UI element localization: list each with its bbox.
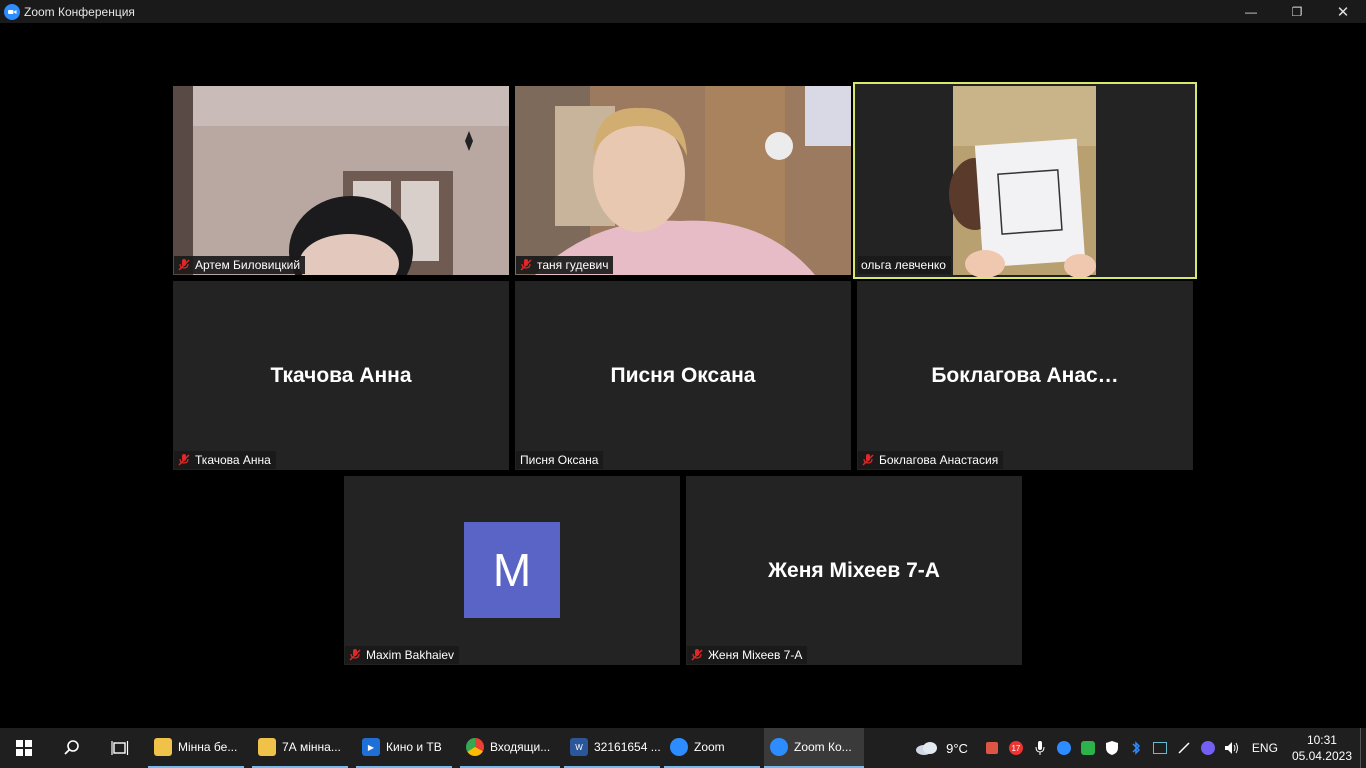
taskbar-app-movies[interactable]: ▶ Кино и ТВ <box>356 728 452 768</box>
window-title: Zoom Конференция <box>24 4 135 19</box>
participant-name: Женя Міхеев 7-А <box>708 648 803 662</box>
word-icon: W <box>570 738 588 756</box>
system-tray: 9°C 17 ENG 10:31 05.04.2023 <box>912 728 1366 768</box>
video-tile-boklagova[interactable]: Боклагова Анас… Боклагова Анастасия <box>857 281 1193 470</box>
search-button[interactable] <box>48 728 96 768</box>
participant-name: Артем Биловицкий <box>195 258 301 272</box>
taskbar-app-zoom-meeting[interactable]: Zoom Ко... <box>764 728 864 768</box>
participant-display-name: Боклагова Анас… <box>931 363 1119 387</box>
security-shield-icon[interactable] <box>1102 738 1122 758</box>
taskbar-app-zoom[interactable]: Zoom <box>664 728 760 768</box>
muted-mic-icon <box>349 649 361 661</box>
zoom-logo-icon <box>4 3 20 20</box>
clock-time: 10:31 <box>1306 733 1337 747</box>
taskbar-app-folder-1[interactable]: Мінна бе... <box>148 728 244 768</box>
gallery-view: Артем Биловицкий таня гудевич ольга левч… <box>0 23 1366 728</box>
taskbar-app-word[interactable]: W 32161654 ... <box>564 728 661 768</box>
participant-name-tag: ольга левченко <box>858 256 951 274</box>
weather-temperature[interactable]: 9°C <box>946 741 968 756</box>
video-feed <box>855 84 1195 277</box>
video-tile-zhenya[interactable]: Женя Міхеев 7-А Женя Міхеев 7-А <box>686 476 1022 665</box>
app-tray-icon[interactable] <box>982 738 1002 758</box>
start-button[interactable] <box>0 728 48 768</box>
pen-tablet-icon[interactable] <box>1174 738 1194 758</box>
video-tile-tanya[interactable]: таня гудевич <box>515 86 851 275</box>
participant-display-name: Женя Міхеев 7-А <box>768 558 940 582</box>
zoom-icon <box>670 738 688 756</box>
participant-name: ольга левченко <box>861 258 946 272</box>
taskbar-app-chrome[interactable]: Входящи... <box>460 728 560 768</box>
participant-name-tag: Писня Оксана <box>516 451 604 469</box>
muted-mic-icon <box>178 259 190 271</box>
muted-mic-icon <box>520 259 532 271</box>
folder-icon <box>258 738 276 756</box>
display-settings-icon[interactable] <box>1150 738 1170 758</box>
language-indicator[interactable]: ENG <box>1252 741 1278 755</box>
muted-mic-icon <box>178 454 190 466</box>
video-feed <box>515 86 851 275</box>
window-titlebar: Zoom Конференция — ❐ ✕ <box>0 0 1366 23</box>
microphone-icon[interactable] <box>1030 738 1050 758</box>
video-tile-artem[interactable]: Артем Биловицкий <box>173 86 509 275</box>
taskbar-app-folder-2[interactable]: 7А мінна... <box>252 728 348 768</box>
close-button[interactable]: ✕ <box>1320 0 1366 23</box>
video-feed <box>173 86 509 275</box>
folder-icon <box>154 738 172 756</box>
participant-name-tag: Ткачова Анна <box>174 451 276 469</box>
taskbar: Мінна бе... 7А мінна... ▶ Кино и ТВ Вход… <box>0 728 1366 768</box>
movies-icon: ▶ <box>362 738 380 756</box>
participant-name: Maxim Bakhaiev <box>366 648 455 662</box>
green-app-icon[interactable] <box>1078 738 1098 758</box>
viber-icon[interactable] <box>1198 738 1218 758</box>
participant-name: Боклагова Анастасия <box>879 453 999 467</box>
avatar: M <box>464 522 560 618</box>
minimize-button[interactable]: — <box>1228 0 1274 23</box>
participant-name-tag: Maxim Bakhaiev <box>345 646 460 664</box>
notification-badge-icon[interactable]: 17 <box>1006 738 1026 758</box>
zoom-icon <box>770 738 788 756</box>
participant-display-name: Писня Оксана <box>610 363 756 387</box>
task-view-icon <box>111 741 129 755</box>
task-view-button[interactable] <box>96 728 144 768</box>
video-tile-pysnya[interactable]: Писня Оксана Писня Оксана <box>515 281 851 470</box>
participant-name: Писня Оксана <box>520 453 599 467</box>
participant-name-tag: Боклагова Анастасия <box>858 451 1004 469</box>
video-tile-olga-active-speaker[interactable]: ольга левченко <box>853 82 1197 279</box>
video-tile-maxim[interactable]: M Maxim Bakhaiev <box>344 476 680 665</box>
show-desktop-button[interactable] <box>1360 728 1366 768</box>
windows-icon <box>16 740 32 756</box>
system-clock[interactable]: 10:31 05.04.2023 <box>1292 732 1352 764</box>
participant-name: таня гудевич <box>537 258 609 272</box>
participant-name-tag: Женя Міхеев 7-А <box>687 646 808 664</box>
participant-display-name: Ткачова Анна <box>270 363 412 387</box>
zoom-tray-icon[interactable] <box>1054 738 1074 758</box>
video-tile-tkachova[interactable]: Ткачова Анна Ткачова Анна <box>173 281 509 470</box>
muted-mic-icon <box>862 454 874 466</box>
volume-icon[interactable] <box>1222 738 1242 758</box>
participant-name: Ткачова Анна <box>195 453 271 467</box>
clock-date: 05.04.2023 <box>1291 749 1352 763</box>
maximize-button[interactable]: ❐ <box>1274 0 1320 23</box>
bluetooth-icon[interactable] <box>1126 738 1146 758</box>
chrome-icon <box>466 738 484 756</box>
search-icon <box>64 740 79 755</box>
weather-cloud-icon[interactable] <box>914 738 940 758</box>
muted-mic-icon <box>691 649 703 661</box>
participant-name-tag: Артем Биловицкий <box>174 256 306 274</box>
participant-name-tag: таня гудевич <box>516 256 614 274</box>
